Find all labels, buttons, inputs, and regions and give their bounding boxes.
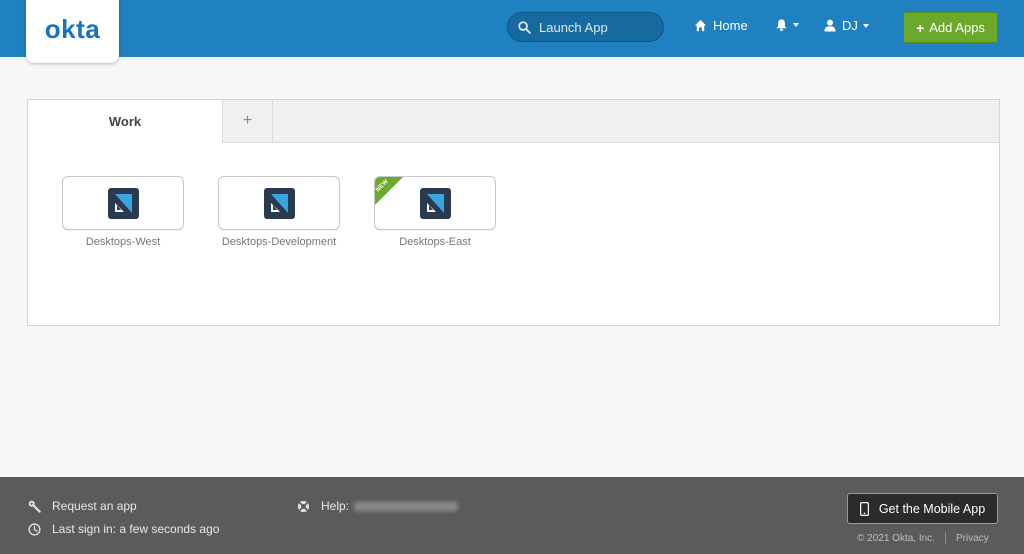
app-label[interactable]: Desktops-West xyxy=(62,236,184,248)
app-tile-box[interactable]: NEW xyxy=(374,176,496,230)
mobile-phone-icon xyxy=(859,501,869,516)
user-menu[interactable]: DJ xyxy=(824,18,869,33)
add-apps-button[interactable]: + Add Apps xyxy=(903,12,998,43)
app-tile-box[interactable] xyxy=(218,176,340,230)
app-icon xyxy=(263,187,295,219)
help-contact[interactable]: Help: xyxy=(297,499,459,513)
launch-app-search[interactable] xyxy=(507,12,664,42)
tab-bar: Work + xyxy=(28,100,999,143)
divider xyxy=(944,532,946,544)
add-tab-button[interactable]: + xyxy=(223,100,273,142)
app-icon xyxy=(107,187,139,219)
app-tile-desktops-east[interactable]: NEW Desktops-East xyxy=(374,176,498,248)
lifebuoy-icon xyxy=(297,500,310,512)
wrench-icon xyxy=(28,500,41,513)
home-label: Home xyxy=(713,18,748,33)
apps-dashboard-panel: Work + Desktops-West Desktops-Developmen… xyxy=(27,99,1000,326)
search-icon xyxy=(518,20,531,34)
privacy-link[interactable]: Privacy xyxy=(956,533,989,544)
clock-icon xyxy=(28,522,41,536)
app-tile-desktops-development[interactable]: Desktops-Development xyxy=(218,176,342,248)
chevron-down-icon xyxy=(862,23,869,28)
last-signin: Last sign in: a few seconds ago xyxy=(28,522,219,536)
notifications-menu[interactable] xyxy=(775,18,799,32)
help-label: Help: xyxy=(321,499,350,513)
home-icon xyxy=(694,19,707,32)
chevron-down-icon xyxy=(793,23,799,27)
add-apps-label: Add Apps xyxy=(929,20,985,35)
get-mobile-app-button[interactable]: Get the Mobile App xyxy=(847,493,998,524)
mobile-app-label: Get the Mobile App xyxy=(878,501,986,516)
tab-work[interactable]: Work xyxy=(28,100,223,143)
app-label[interactable]: Desktops-Development xyxy=(218,236,340,248)
user-label: DJ xyxy=(842,18,858,33)
top-header: okta Home DJ + Add Apps xyxy=(0,0,1024,63)
copyright-bar: © 2021 Okta, Inc. Privacy xyxy=(857,532,989,544)
plus-icon: + xyxy=(916,19,925,36)
request-app-label: Request an app xyxy=(52,499,137,513)
okta-logo[interactable]: okta xyxy=(26,0,119,63)
app-icon xyxy=(419,187,451,219)
copyright-text: © 2021 Okta, Inc. xyxy=(857,532,935,544)
request-app-link[interactable]: Request an app xyxy=(28,499,137,513)
help-email-redacted[interactable] xyxy=(354,501,459,511)
last-signin-label: Last sign in: a few seconds ago xyxy=(52,522,220,536)
logo-text: okta xyxy=(44,14,101,44)
bell-icon xyxy=(776,19,787,32)
footer: Request an app Last sign in: a few secon… xyxy=(0,477,1024,554)
app-tile-desktops-west[interactable]: Desktops-West xyxy=(62,176,186,248)
user-icon xyxy=(824,19,836,32)
app-label[interactable]: Desktops-East xyxy=(374,236,496,248)
home-link[interactable]: Home xyxy=(694,18,748,33)
app-tile-box[interactable] xyxy=(62,176,184,230)
launch-app-input[interactable] xyxy=(537,18,661,36)
